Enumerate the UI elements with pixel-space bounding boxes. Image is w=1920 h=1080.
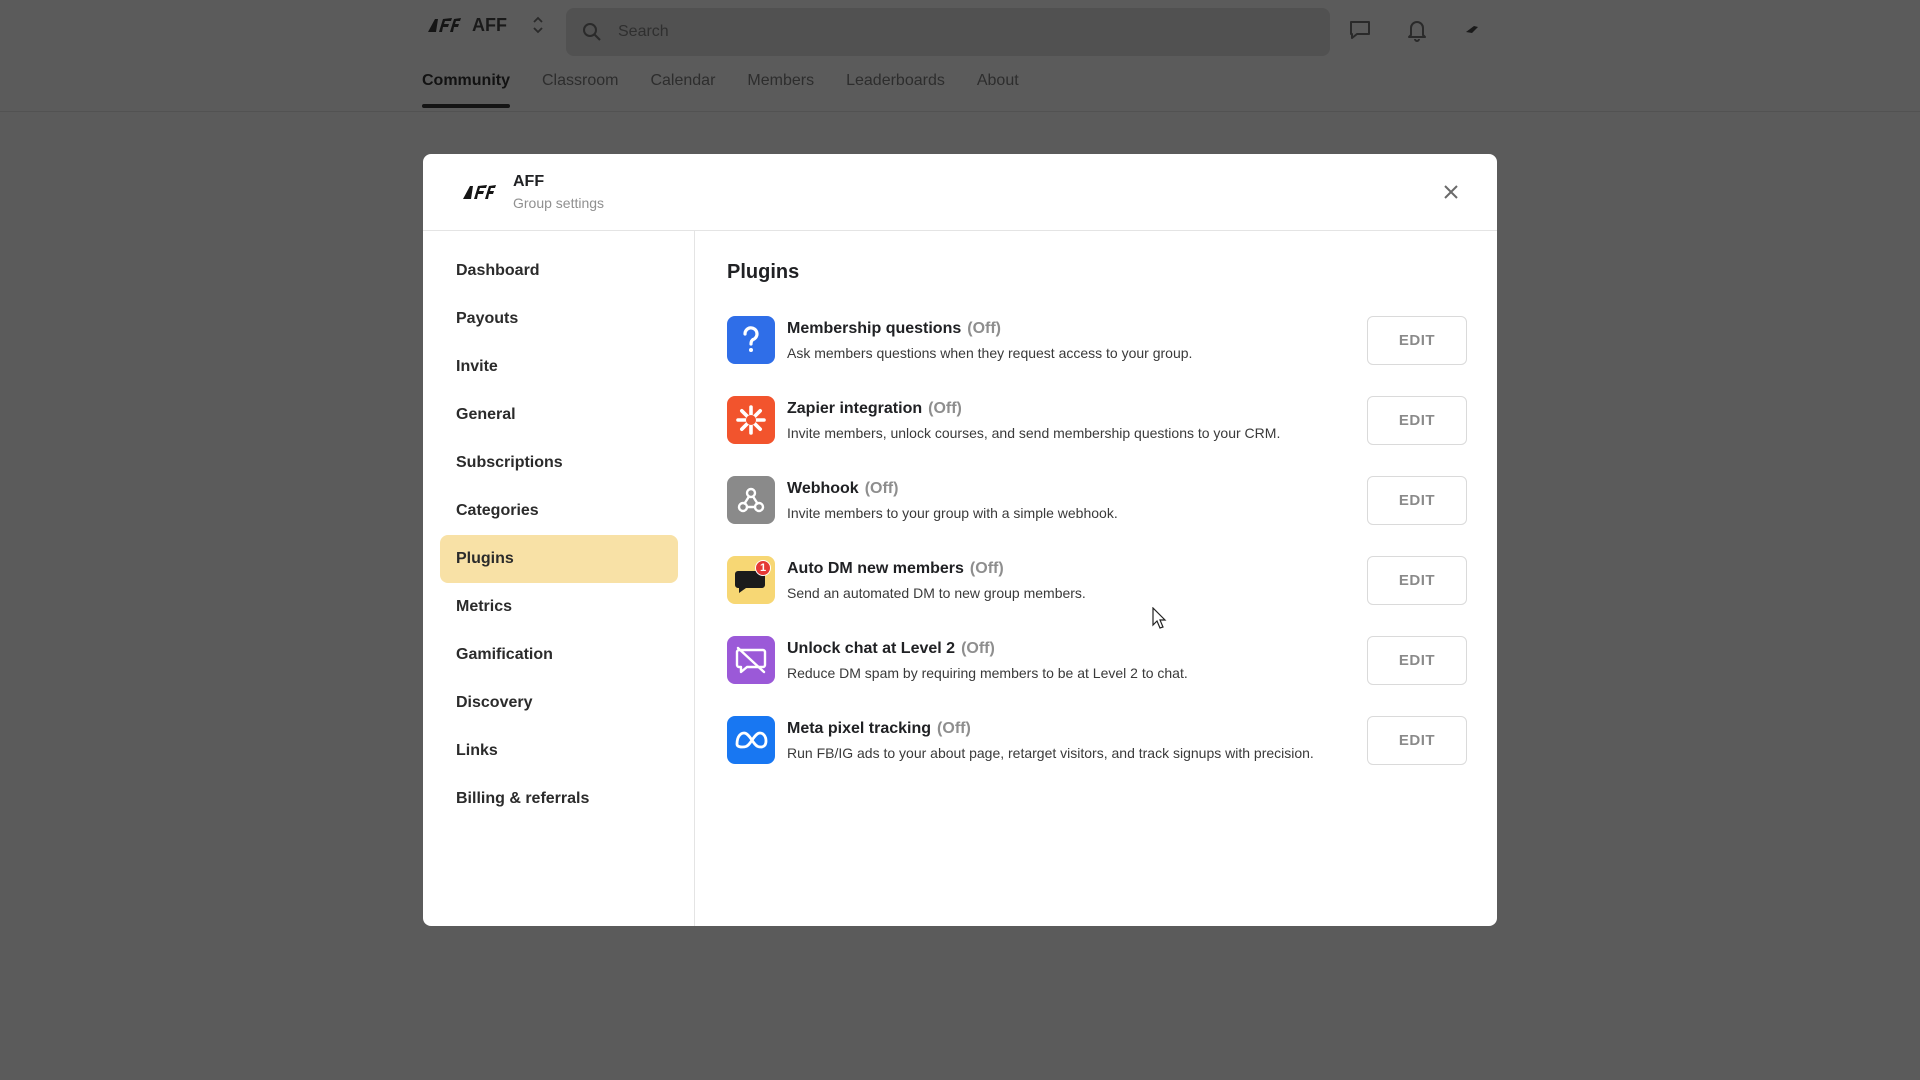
notification-badge: 1 xyxy=(755,560,771,576)
section-title: Plugins xyxy=(727,261,800,283)
plugin-name: Zapier integration xyxy=(787,399,923,417)
search-bar[interactable] xyxy=(566,8,1330,56)
group-logo xyxy=(428,18,461,32)
tab-community[interactable]: Community xyxy=(422,72,510,108)
plugin-name: Auto DM new members xyxy=(787,559,964,577)
question-icon xyxy=(727,316,775,364)
chat-off-icon xyxy=(727,636,775,684)
plugin-description: Send an automated DM to new group member… xyxy=(787,584,1086,601)
plugins-panel: Plugins Membership questions (Off) Ask me… xyxy=(727,231,1497,765)
edit-button[interactable]: EDIT xyxy=(1367,316,1467,365)
sidebar-item-categories[interactable]: Categories xyxy=(440,487,678,535)
group-settings-modal: AFF Group settings Dashboard Payouts Inv… xyxy=(423,154,1497,926)
modal-subtitle: Group settings xyxy=(513,195,605,211)
tab-calendar[interactable]: Calendar xyxy=(650,72,715,108)
bell-icon[interactable] xyxy=(1406,18,1428,42)
settings-sidebar: Dashboard Payouts Invite General Subscri… xyxy=(423,231,695,926)
edit-button[interactable]: EDIT xyxy=(1367,716,1467,765)
sidebar-item-links[interactable]: Links xyxy=(440,727,678,775)
plugin-row: Webhook (Off) Invite members to your grou… xyxy=(727,475,1467,525)
webhook-icon xyxy=(727,476,775,524)
plugin-name: Meta pixel tracking xyxy=(787,719,932,737)
modal-group-name: AFF xyxy=(513,173,545,190)
plugin-name: Unlock chat at Level 2 xyxy=(787,639,956,657)
plugin-status: (Off) xyxy=(961,639,995,657)
plugin-status: (Off) xyxy=(928,399,962,417)
sidebar-item-invite[interactable]: Invite xyxy=(440,343,678,391)
meta-icon xyxy=(727,716,775,764)
top-bar: AFF Community Classroom Calendar Members… xyxy=(0,0,1920,112)
mouse-cursor-icon xyxy=(1152,607,1167,629)
tab-members[interactable]: Members xyxy=(747,72,814,108)
plugin-row: Unlock chat at Level 2 (Off) Reduce DM sp… xyxy=(727,635,1467,685)
tab-about[interactable]: About xyxy=(977,72,1019,108)
edit-button[interactable]: EDIT xyxy=(1367,396,1467,445)
plugin-description: Ask members questions when they request … xyxy=(787,344,1193,361)
plugin-description: Invite members, unlock courses, and send… xyxy=(787,424,1281,441)
sidebar-item-general[interactable]: General xyxy=(440,391,678,439)
group-name: AFF xyxy=(472,14,507,35)
edit-button[interactable]: EDIT xyxy=(1367,636,1467,685)
group-switcher[interactable]: AFF xyxy=(426,14,545,36)
zapier-icon xyxy=(727,396,775,444)
close-icon[interactable] xyxy=(1441,182,1461,202)
plugin-row: Membership questions (Off) Ask members qu… xyxy=(727,315,1467,365)
sidebar-item-payouts[interactable]: Payouts xyxy=(440,295,678,343)
plugin-row: Meta pixel tracking (Off) Run FB/IG ads t… xyxy=(727,715,1467,765)
plugin-description: Reduce DM spam by requiring members to b… xyxy=(787,664,1188,681)
sidebar-item-discovery[interactable]: Discovery xyxy=(440,679,678,727)
sidebar-item-dashboard[interactable]: Dashboard xyxy=(440,247,678,295)
sidebar-item-billing-referrals[interactable]: Billing & referrals xyxy=(440,775,678,823)
edit-button[interactable]: EDIT xyxy=(1367,556,1467,605)
plugin-status: (Off) xyxy=(864,479,899,497)
sidebar-item-gamification[interactable]: Gamification xyxy=(440,631,678,679)
plugin-row: 1 Auto DM new members (Off) Send an autom… xyxy=(727,555,1467,605)
plugin-status: (Off) xyxy=(967,319,1002,337)
tab-leaderboards[interactable]: Leaderboards xyxy=(846,72,945,108)
main-tabs: Community Classroom Calendar Members Lea… xyxy=(422,72,1019,108)
plugin-description: Invite members to your group with a simp… xyxy=(787,504,1118,521)
plugin-name: Membership questions xyxy=(787,319,962,337)
search-input[interactable] xyxy=(618,23,1118,41)
plugin-name: Webhook xyxy=(787,479,859,497)
plugin-row: Zapier integration (Off) Invite members, … xyxy=(727,395,1467,445)
plugin-status: (Off) xyxy=(937,719,971,737)
sidebar-item-metrics[interactable]: Metrics xyxy=(440,583,678,631)
plugin-status: (Off) xyxy=(969,559,1004,577)
chat-bubble-icon: 1 xyxy=(727,556,775,604)
modal-header: AFF Group settings xyxy=(423,154,1497,231)
sidebar-item-plugins[interactable]: Plugins xyxy=(440,535,678,583)
chat-icon[interactable] xyxy=(1348,19,1372,41)
avatar[interactable] xyxy=(1462,20,1482,40)
group-logo xyxy=(463,185,496,199)
chevron-up-down-icon[interactable] xyxy=(531,14,545,36)
edit-button[interactable]: EDIT xyxy=(1367,476,1467,525)
plugin-description: Run FB/IG ads to your about page, retarg… xyxy=(787,744,1314,761)
tab-classroom[interactable]: Classroom xyxy=(542,72,618,108)
search-icon xyxy=(583,23,601,41)
sidebar-item-subscriptions[interactable]: Subscriptions xyxy=(440,439,678,487)
